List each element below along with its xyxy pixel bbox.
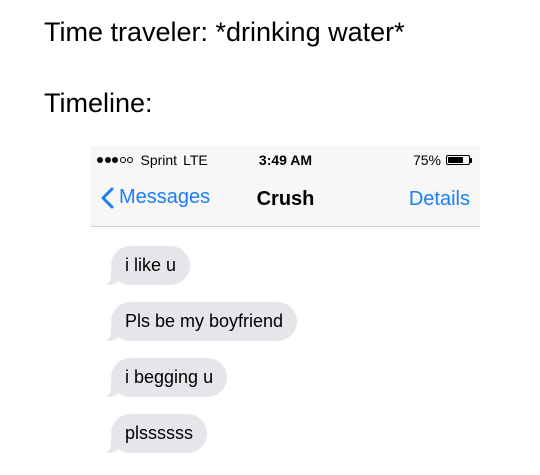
received-message-bubble: Pls be my boyfriend	[100, 302, 298, 341]
navigation-bar: Messages Crush Details	[91, 175, 480, 227]
battery-icon	[446, 155, 472, 165]
battery-fill	[448, 157, 463, 163]
status-right: 75%	[413, 152, 472, 168]
message-text: i like u	[125, 255, 177, 275]
status-bar: Sprint LTE 3:49 AM 75%	[91, 146, 480, 175]
details-button[interactable]: Details	[409, 188, 470, 211]
chevron-left-icon	[101, 187, 114, 208]
messages-screenshot: Sprint LTE 3:49 AM 75% Messages Crush De…	[91, 146, 480, 475]
battery-tip	[470, 157, 472, 163]
message-text: i begging u	[125, 367, 214, 387]
received-message-bubble: i like u	[100, 246, 191, 285]
battery-body	[446, 155, 470, 165]
message-text: plssssss	[125, 423, 194, 443]
back-button-label: Messages	[119, 186, 211, 208]
message-text: Pls be my boyfriend	[125, 311, 284, 331]
received-message-bubble: i begging u	[100, 358, 228, 397]
battery-percent: 75%	[412, 152, 441, 168]
caption-line-2: Timeline:	[44, 88, 153, 118]
caption-line-1: Time traveler: *drinking water*	[44, 17, 405, 47]
back-to-messages-button[interactable]: Messages	[101, 186, 210, 209]
received-message-bubble: plssssss	[100, 414, 208, 453]
